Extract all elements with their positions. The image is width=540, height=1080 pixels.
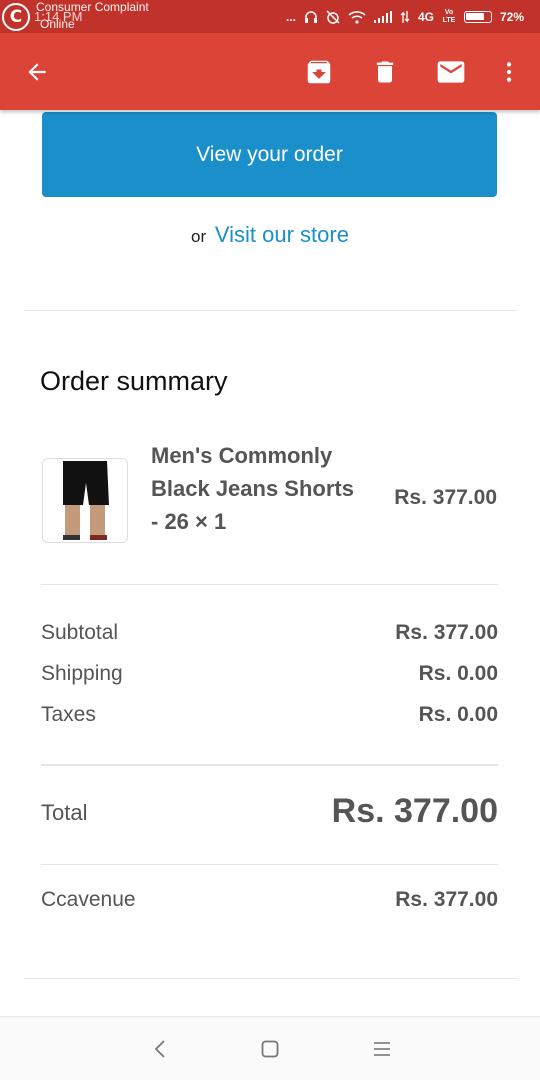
- product-price: Rs. 377.00: [394, 486, 497, 509]
- app-logo-icon: C: [2, 3, 30, 31]
- app-toolbar: [0, 33, 540, 110]
- status-notification: Consumer Complaint 1:14 PM Online: [34, 1, 149, 31]
- view-order-button[interactable]: View your order: [42, 112, 497, 197]
- nav-home-button[interactable]: [250, 1031, 290, 1067]
- more-options-button[interactable]: [488, 51, 530, 93]
- status-icons: ... 4G Vo LTE 72%: [286, 0, 524, 33]
- subtotal-label: Subtotal: [41, 621, 119, 644]
- shipping-label: Shipping: [41, 662, 123, 685]
- more-vert-icon: [506, 62, 512, 82]
- nav-back-icon: [154, 1040, 165, 1058]
- nav-menu-button[interactable]: [362, 1031, 402, 1067]
- archive-icon: [307, 60, 331, 84]
- arrow-left-icon: [28, 63, 46, 81]
- signal-icon: [373, 10, 392, 23]
- visit-store-link[interactable]: Visit our store: [215, 222, 349, 247]
- product-divider: [41, 584, 498, 585]
- payment-method-value: Rs. 377.00: [395, 888, 498, 911]
- archive-button[interactable]: [298, 51, 340, 93]
- mail-icon: [437, 61, 465, 83]
- data-arrows-icon: [400, 10, 410, 23]
- network-type: 4G: [417, 9, 434, 24]
- totals-divider: [41, 764, 498, 766]
- footer-divider: [24, 978, 517, 979]
- battery-icon: [463, 10, 492, 23]
- volte-badge: Vo LTE: [442, 8, 456, 24]
- headset-icon: [304, 10, 317, 23]
- back-button[interactable]: [16, 51, 58, 93]
- delete-button[interactable]: [364, 51, 406, 93]
- section-divider: [24, 310, 517, 311]
- total-value: Rs. 377.00: [331, 792, 498, 830]
- payment-divider: [41, 864, 498, 865]
- nav-menu-icon: [374, 1042, 390, 1056]
- payment-method-label: Ccavenue: [41, 888, 136, 911]
- nav-home-icon: [261, 1040, 279, 1058]
- taxes-label: Taxes: [41, 703, 96, 726]
- alarm-off-icon: [326, 9, 340, 24]
- shorts-image-icon: [43, 459, 127, 542]
- status-bar: C Consumer Complaint 1:14 PM Online ... …: [0, 0, 540, 33]
- total-label: Total: [41, 800, 88, 825]
- product-image: [42, 458, 128, 543]
- wifi-icon: [348, 10, 366, 24]
- system-nav-bar: [0, 1016, 540, 1080]
- visit-store-line: or Visit our store: [0, 222, 540, 248]
- product-name: Men's Commonly Black Jeans Shorts - 26 ×…: [151, 443, 354, 534]
- order-summary-title: Order summary: [40, 366, 228, 396]
- battery-percent: 72%: [499, 9, 524, 24]
- mark-unread-button[interactable]: [430, 51, 472, 93]
- taxes-value: Rs. 0.00: [418, 703, 498, 726]
- shipping-value: Rs. 0.00: [418, 662, 498, 685]
- nav-back-button[interactable]: [140, 1031, 180, 1067]
- more-notifications-icon: ...: [285, 9, 296, 24]
- email-body: View your order or Visit our store Order…: [0, 110, 540, 1016]
- trash-icon: [376, 61, 394, 83]
- status-time: 1:14 PM: [34, 9, 83, 24]
- subtotal-value: Rs. 377.00: [395, 621, 498, 644]
- or-text: or: [191, 227, 207, 246]
